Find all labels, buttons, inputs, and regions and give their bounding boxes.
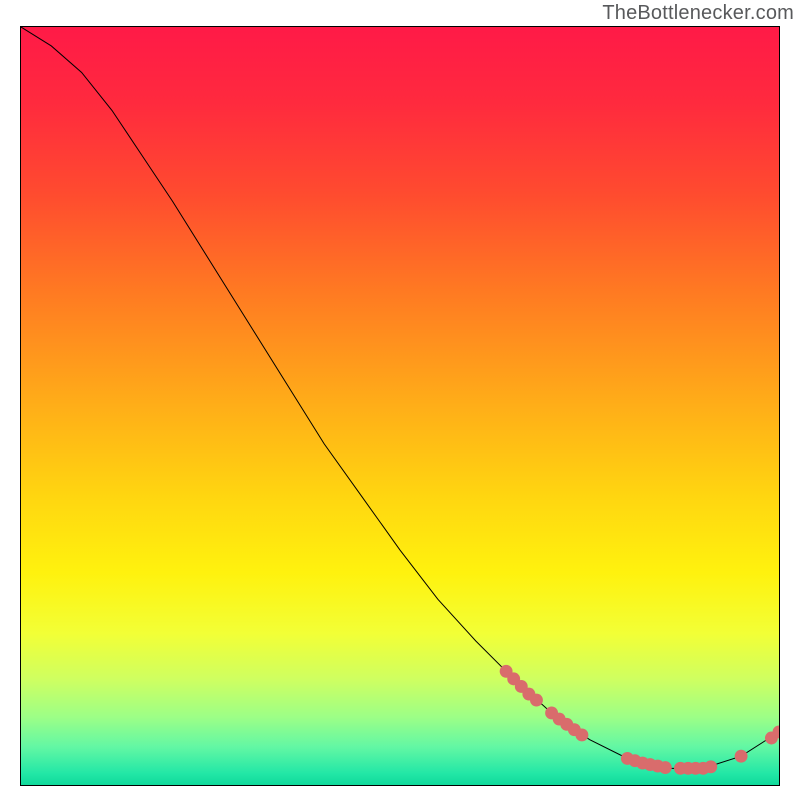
chart-svg	[21, 27, 779, 785]
data-point	[735, 750, 748, 763]
watermark-text: TheBottlenecker.com	[602, 2, 794, 25]
data-point	[704, 760, 717, 773]
chart-frame: TheBottlenecker.com	[0, 0, 800, 800]
data-point	[659, 761, 672, 774]
gradient-background	[21, 27, 779, 785]
data-point	[575, 729, 588, 742]
plot-area	[20, 26, 780, 786]
data-point	[530, 694, 543, 707]
plot-inner	[21, 27, 779, 785]
